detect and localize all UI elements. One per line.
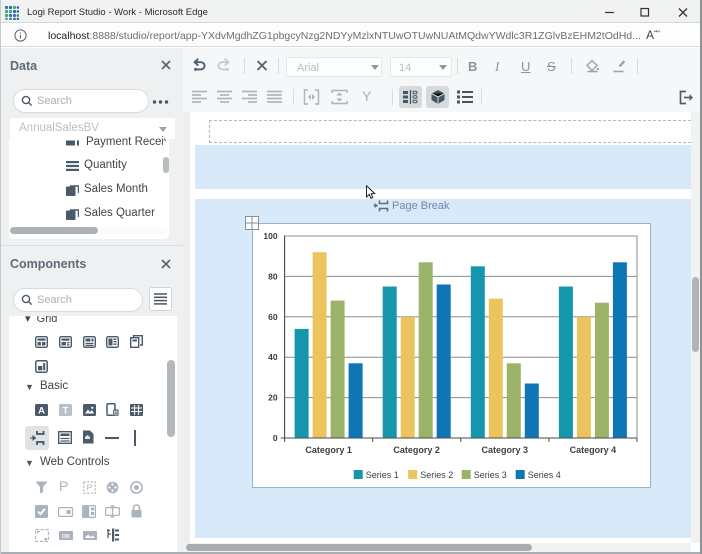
svg-text:Series 3: Series 3 <box>474 470 507 480</box>
svg-text:0: 0 <box>273 433 278 443</box>
svg-text:Category 4: Category 4 <box>570 445 617 455</box>
svg-text:60: 60 <box>268 312 278 322</box>
svg-text:P: P <box>87 483 93 493</box>
svg-text:Series 2: Series 2 <box>420 470 453 480</box>
svg-text:Series 4: Series 4 <box>528 470 561 480</box>
svg-text:Category 1: Category 1 <box>305 445 352 455</box>
svg-text:OK: OK <box>62 534 70 540</box>
svg-text:20: 20 <box>268 393 278 403</box>
svg-text:80: 80 <box>268 271 278 281</box>
svg-text:Category 2: Category 2 <box>393 445 440 455</box>
svg-text:100: 100 <box>263 231 277 241</box>
svg-text:40: 40 <box>268 352 278 362</box>
svg-text:Category 3: Category 3 <box>482 445 529 455</box>
svg-text:T: T <box>63 405 69 416</box>
svg-text:A: A <box>38 405 45 416</box>
svg-text:Series 1: Series 1 <box>366 470 399 480</box>
